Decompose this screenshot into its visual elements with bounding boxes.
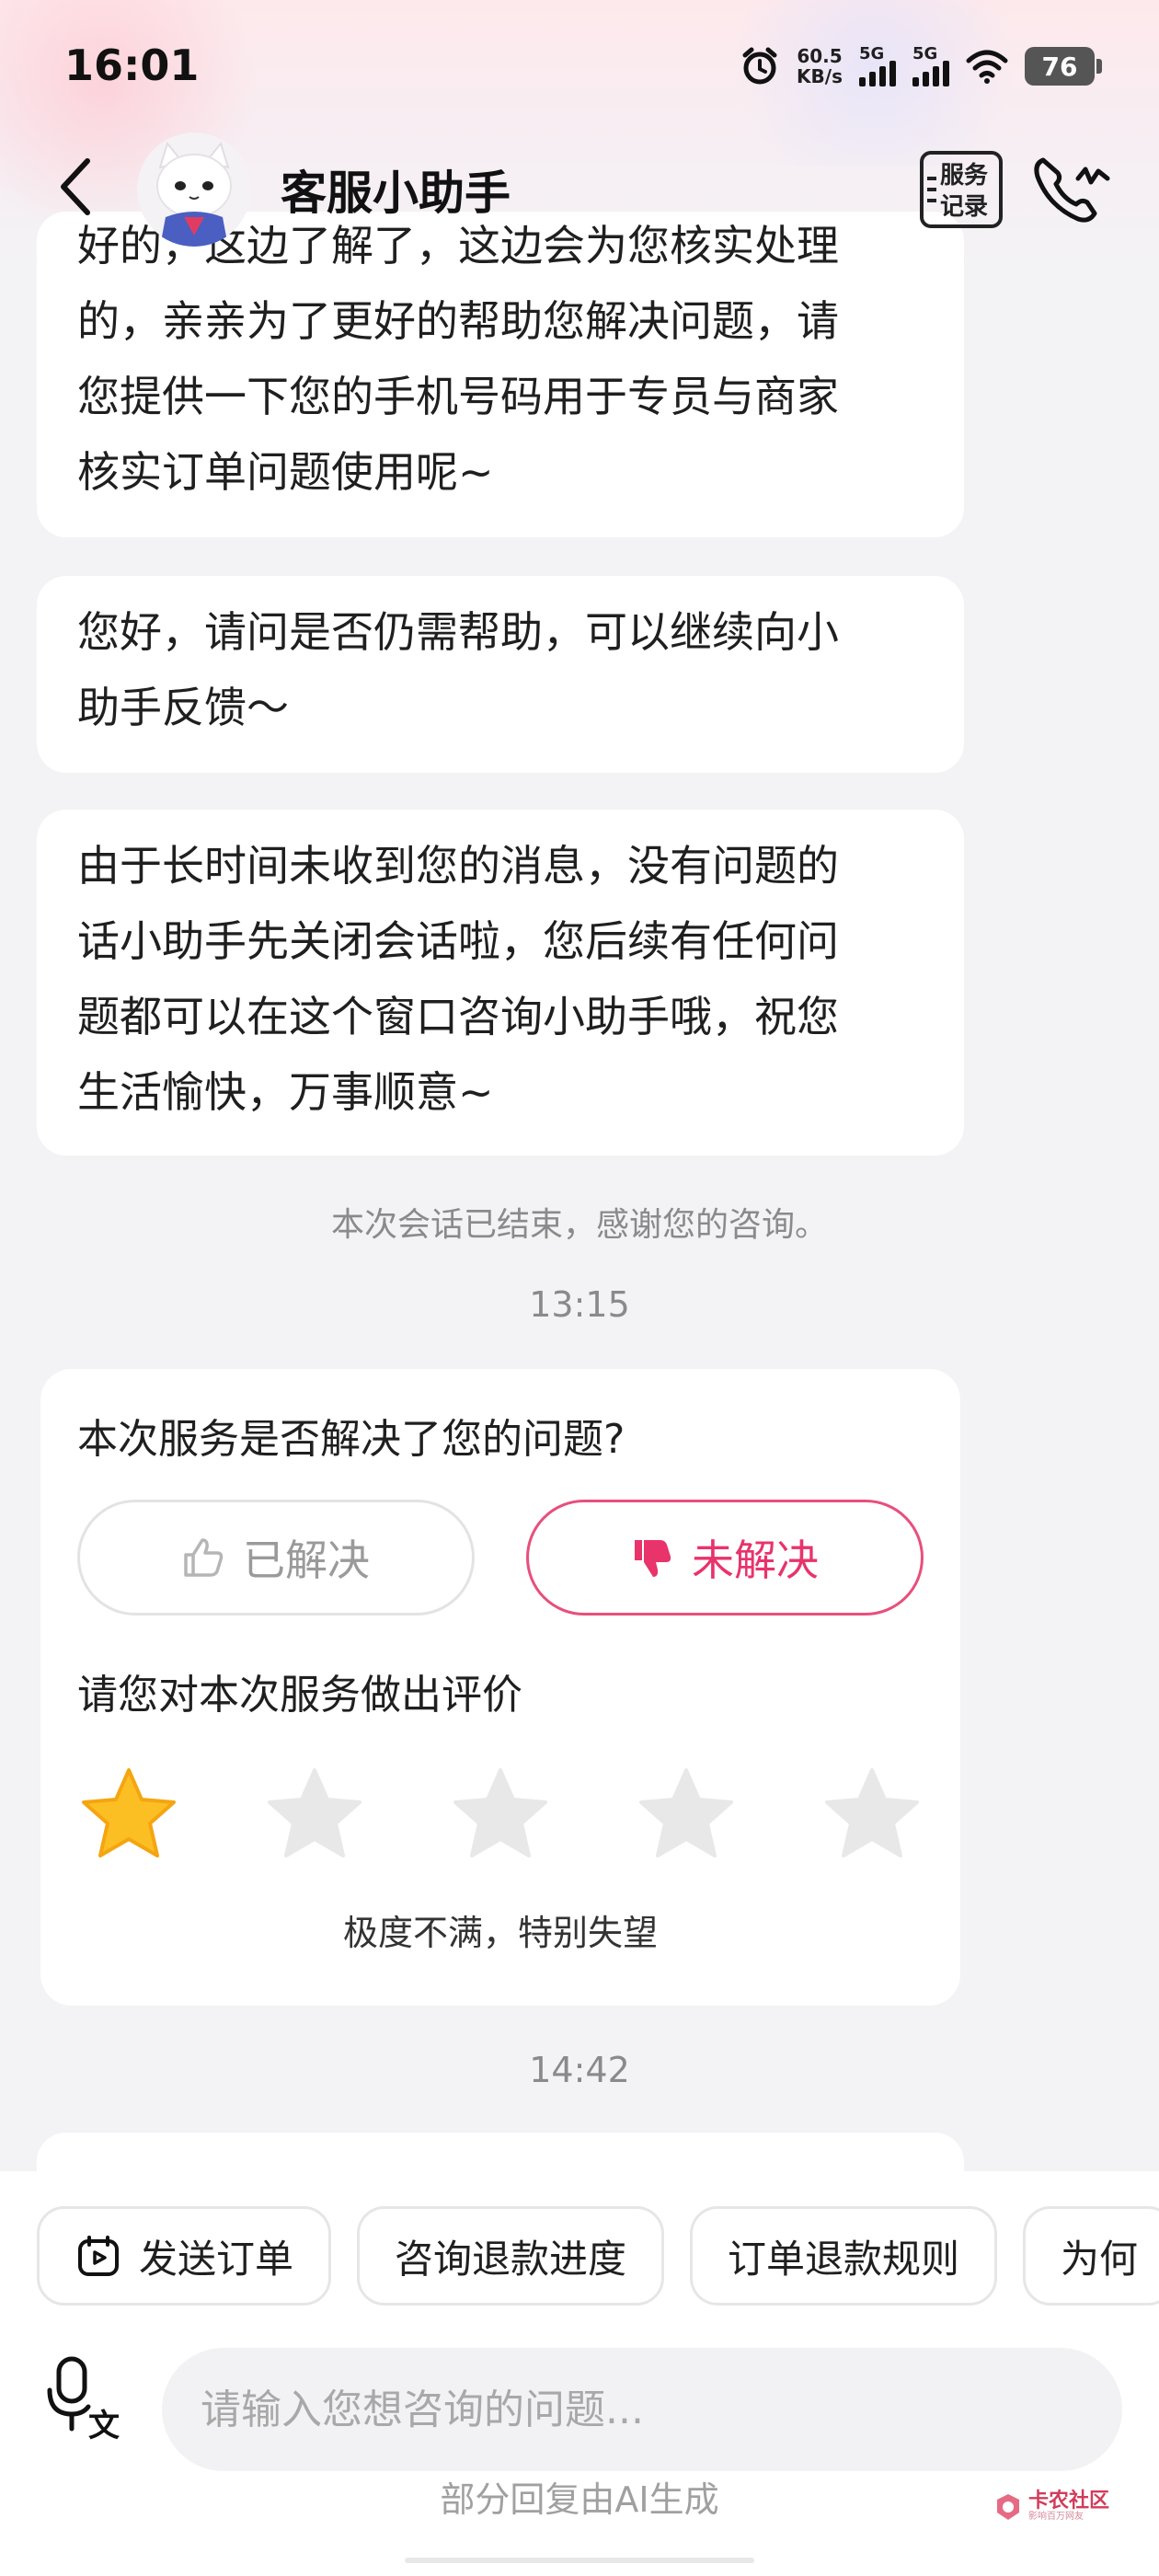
feedback-card: 本次服务是否解决了您的问题? 已解决 未解决 请您对本次服务做出评价 极度不满，…: [40, 1369, 960, 2006]
service-record-label-line2: 记录: [940, 193, 989, 221]
back-button[interactable]: [44, 155, 109, 219]
status-icons: 60.5 KB/s 5G 5G 76: [740, 40, 1102, 92]
message-line: 题都可以在这个窗口咨询小助手哦，祝您: [77, 992, 839, 1041]
message-bubble: 好的，这边了解了，这边会为您核实处理 的，亲亲为了更好的帮助您解决问题，请 您提…: [37, 212, 964, 537]
status-time: 16:01: [64, 40, 200, 90]
sim1-label: 5G: [859, 44, 885, 63]
message-bubble: 您好，请问是否仍需帮助，可以继续向小 助手反馈～: [37, 576, 964, 773]
resolved-button[interactable]: 已解决: [77, 1500, 475, 1616]
unresolved-button[interactable]: 未解决: [526, 1500, 924, 1616]
why-chip[interactable]: 为何: [1023, 2206, 1159, 2306]
message-bubble: 由于长时间未收到您的消息，没有问题的 话小助手先关闭会话啦，您后续有任何问 题都…: [37, 810, 964, 1156]
watermark-logo-icon: [997, 2494, 1019, 2520]
chat-area[interactable]: 好的，这边了解了，这边会为您核实处理 的，亲亲为了更好的帮助您解决问题，请 您提…: [0, 0, 1159, 2206]
message-line: 的，亲亲为了更好的帮助您解决问题，请: [77, 296, 839, 346]
message-line: 由于长时间未收到您的消息，没有问题的: [77, 841, 839, 891]
alarm-icon: [742, 47, 777, 85]
message-input[interactable]: [162, 2348, 1122, 2471]
unresolved-label: 未解决: [692, 1535, 819, 1585]
page-title: 客服小助手: [281, 167, 511, 220]
voice-to-text-button[interactable]: 文: [46, 2353, 129, 2444]
star-empty-icon[interactable]: [635, 1765, 738, 1864]
star-rating[interactable]: [77, 1765, 924, 1864]
wifi-icon: [966, 50, 1008, 84]
message-line: 话小助手先关闭会话啦，您后续有任何问: [77, 916, 839, 966]
thumbs-up-icon: [184, 1538, 224, 1577]
star-empty-icon[interactable]: [820, 1765, 924, 1864]
input-row: 文: [0, 2328, 1159, 2471]
timestamp: 14:42: [529, 2050, 630, 2090]
microphone-icon: 文: [47, 2356, 120, 2444]
ai-generated-note: 部分回复由AI生成: [440, 2479, 719, 2520]
network-speed-value: 60.5: [797, 45, 843, 67]
phone-icon: [1034, 157, 1110, 223]
bottom-panel: 发送订单 咨询退款进度 订单退款规则 为何 文 部分回复由AI生成: [0, 2171, 1159, 2576]
status-bar: 16:01 60.5 KB/s 5G 5G 76: [0, 0, 1159, 138]
star-empty-icon[interactable]: [263, 1765, 366, 1864]
nav-bar: 客服小助手 服务 记录: [0, 129, 1159, 248]
thumbs-down-icon: [635, 1540, 671, 1577]
chip-label: 为何: [1061, 2236, 1139, 2282]
rating-label: 极度不满，特别失望: [342, 1913, 658, 1953]
list-icon: [924, 155, 940, 224]
message-line: 您好，请问是否仍需帮助，可以继续向小: [77, 607, 839, 657]
star-filled-icon[interactable]: [77, 1765, 180, 1864]
send-order-chip[interactable]: 发送订单: [37, 2206, 332, 2306]
message-line: 助手反馈～: [77, 683, 289, 732]
call-button[interactable]: [1030, 151, 1113, 228]
svg-text:文: 文: [88, 2408, 120, 2442]
quick-actions: 发送订单 咨询退款进度 订单退款规则 为何: [37, 2206, 1159, 2307]
chip-label: 发送订单: [139, 2236, 294, 2282]
resolved-label: 已解决: [243, 1535, 370, 1585]
watermark-text: 卡农社区: [1028, 2490, 1110, 2513]
session-end-note: 本次会话已结束，感谢您的咨询。: [330, 1206, 828, 1244]
service-record-label-line1: 服务: [940, 162, 989, 190]
message-line: 生活愉快，万事顺意~: [77, 1067, 494, 1117]
chevron-left-icon: [61, 158, 90, 215]
watermark: 卡农社区 影响百万网友: [993, 2491, 1109, 2523]
refund-rules-chip[interactable]: 订单退款规则: [690, 2206, 998, 2306]
network-speed-unit: KB/s: [797, 65, 843, 87]
assistant-avatar: [136, 132, 252, 247]
sim2-label: 5G: [912, 44, 938, 63]
rating-prompt: 请您对本次服务做出评价: [77, 1672, 522, 1719]
watermark-sub: 影响百万网友: [1028, 2512, 1084, 2522]
order-icon: [78, 2236, 119, 2276]
chip-label: 订单退款规则: [728, 2236, 960, 2282]
battery-icon: 76: [1025, 47, 1102, 86]
signal-sim1-icon: 5G: [859, 44, 896, 86]
signal-sim2-icon: 5G: [912, 44, 949, 86]
star-empty-icon[interactable]: [449, 1765, 552, 1864]
feedback-question: 本次服务是否解决了您的问题?: [77, 1416, 625, 1463]
timestamp: 13:15: [529, 1284, 630, 1325]
service-record-button[interactable]: 服务 记录: [920, 151, 1003, 228]
refund-progress-chip[interactable]: 咨询退款进度: [357, 2206, 665, 2306]
message-line: 核实订单问题使用呢~: [77, 447, 494, 497]
chip-label: 咨询退款进度: [395, 2236, 627, 2282]
network-speed: 60.5 KB/s: [797, 46, 843, 86]
message-line: 您提供一下您的手机号码用于专员与商家: [77, 372, 839, 421]
home-indicator[interactable]: [405, 2558, 754, 2563]
